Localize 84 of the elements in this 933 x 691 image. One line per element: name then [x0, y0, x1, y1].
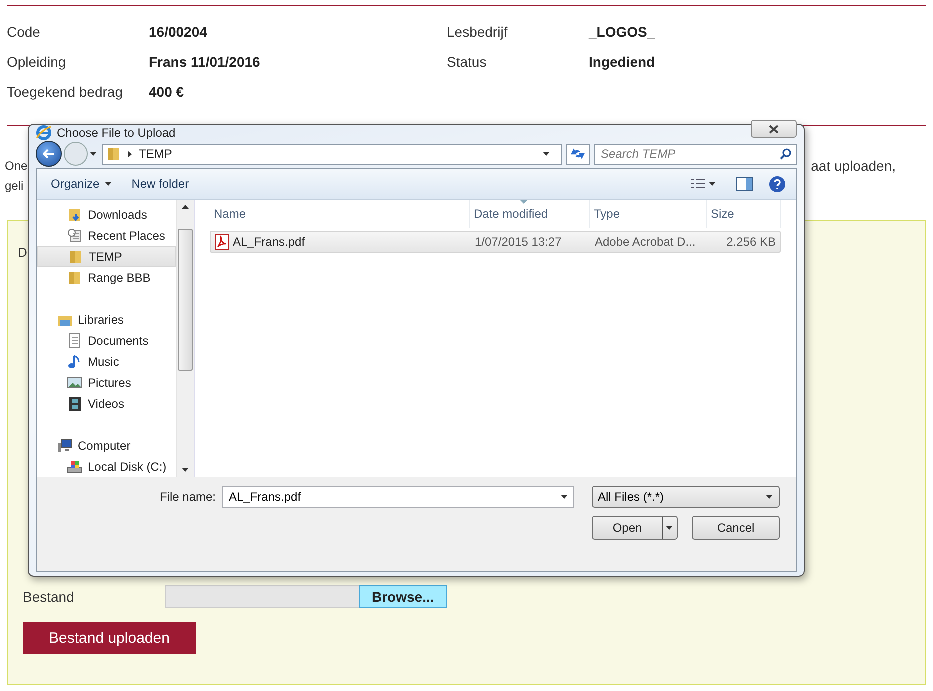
- caret-icon: [766, 494, 774, 500]
- folder-icon: [106, 146, 122, 162]
- folder-icon: [68, 248, 84, 264]
- field-label: Status: [447, 53, 488, 71]
- field-label: Toegekend bedrag: [7, 83, 124, 101]
- open-button[interactable]: Open: [592, 516, 678, 540]
- column-header[interactable]: Date modified: [470, 200, 590, 228]
- file-size: 2.256 KB: [726, 235, 777, 249]
- downloads-folder-icon: [67, 206, 83, 222]
- nav-item[interactable]: Documents: [37, 330, 176, 351]
- field-value: _LOGOS_: [589, 23, 656, 41]
- close-button[interactable]: [751, 120, 797, 138]
- column-header[interactable]: Size: [707, 200, 781, 228]
- document-icon: [67, 332, 83, 348]
- back-button[interactable]: [36, 141, 62, 167]
- intro-text: geli: [5, 178, 25, 195]
- field-value: 400 €: [149, 83, 186, 101]
- field-value: Frans 11/01/2016: [149, 53, 262, 71]
- folder-path: TEMP: [139, 147, 174, 161]
- dialog-title: Choose File to Upload: [57, 126, 177, 140]
- scroll-thumb[interactable]: [178, 229, 193, 371]
- file-type-dropdown[interactable]: All Files (*.*): [592, 486, 780, 508]
- browse-button[interactable]: Browse...: [359, 585, 448, 608]
- help-icon[interactable]: [769, 176, 786, 192]
- field-label: Code: [7, 23, 42, 41]
- file-row[interactable]: AL_Frans.pdf 1/07/2015 13:27 Adobe Acrobat D... 2.256 KB: [210, 231, 781, 253]
- close-icon: [769, 124, 779, 134]
- nav-item[interactable]: Music: [37, 351, 176, 372]
- pdf-file-icon: [215, 234, 229, 250]
- file-date: 1/07/2015 13:27: [474, 235, 563, 249]
- caret-icon: [709, 182, 716, 186]
- list-view-icon: [691, 179, 705, 189]
- cancel-button[interactable]: Cancel: [692, 516, 780, 540]
- intro-text: aat uploaden,: [811, 157, 896, 176]
- column-header[interactable]: Type: [590, 200, 707, 228]
- nav-item[interactable]: Videos: [37, 393, 176, 414]
- disk-drive-icon: [67, 458, 83, 474]
- refresh-icon: [571, 148, 585, 160]
- toolbar-button[interactable]: New folder: [124, 174, 198, 194]
- caret-icon: [666, 526, 674, 530]
- search-input[interactable]: Search TEMP: [599, 146, 780, 162]
- nav-item[interactable]: Recent Places: [37, 225, 176, 246]
- scrollbar[interactable]: [176, 200, 194, 477]
- nav-item[interactable]: Local Disk (C:): [37, 456, 176, 477]
- field-value: 16/00204: [149, 23, 208, 41]
- recent-places-icon: [67, 228, 83, 244]
- dropdown-caret-icon[interactable]: [561, 494, 569, 500]
- field-label: Opleiding: [7, 53, 68, 71]
- search-icon: [780, 148, 792, 160]
- intro-text: One: [5, 158, 28, 175]
- column-header[interactable]: Name: [210, 200, 470, 228]
- scroll-down-icon: [182, 468, 189, 472]
- upload-button[interactable]: Bestand uploaden: [23, 622, 196, 654]
- refresh-button[interactable]: [566, 144, 590, 164]
- field-label: Lesbedrijf: [447, 23, 509, 41]
- scroll-up-icon: [182, 205, 189, 209]
- preview-pane-icon[interactable]: [736, 177, 753, 191]
- nav-item[interactable]: Range BBB: [37, 267, 176, 288]
- nav-item[interactable]: Downloads: [37, 204, 176, 225]
- form-label: D: [18, 245, 28, 260]
- dropdown-caret-icon[interactable]: [543, 152, 551, 156]
- file-label: Bestand: [23, 588, 76, 604]
- file-name-field[interactable]: AL_Frans.pdf: [222, 486, 574, 508]
- nav-item[interactable]: Libraries: [37, 309, 176, 330]
- chevron-icon: [128, 150, 133, 158]
- file-name-label: File name:: [160, 490, 216, 504]
- folder-icon: [67, 270, 83, 286]
- film-icon: [67, 396, 83, 412]
- field-value: Ingediend: [589, 53, 656, 71]
- file-path-field[interactable]: [165, 585, 359, 608]
- toolbar-button[interactable]: Organize: [43, 174, 120, 194]
- pictures-icon: [67, 374, 83, 390]
- nav-item[interactable]: Pictures: [37, 372, 176, 393]
- address-bar[interactable]: TEMP: [102, 144, 562, 164]
- dropdown-caret-icon[interactable]: [90, 152, 98, 156]
- file-type: Adobe Acrobat D...: [594, 235, 697, 249]
- nav-item[interactable]: Computer: [37, 435, 176, 456]
- back-arrow-icon: [43, 149, 55, 159]
- caret-icon: [104, 182, 112, 186]
- nav-item[interactable]: TEMP: [37, 246, 176, 267]
- file-name: AL_Frans.pdf: [211, 234, 471, 250]
- computer-icon: [57, 438, 73, 454]
- browser-logo-icon: [36, 125, 52, 141]
- search-field[interactable]: Search TEMP: [594, 144, 797, 164]
